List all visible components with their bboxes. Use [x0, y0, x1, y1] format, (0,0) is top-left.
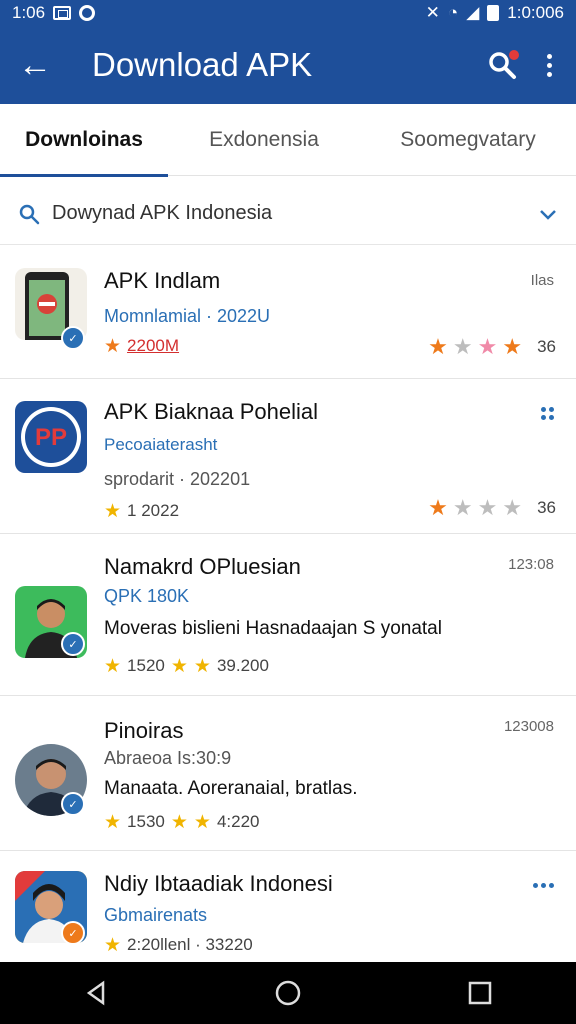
item-menu-icon[interactable]: [541, 407, 554, 420]
list-item[interactable]: ✓ APK Indlam Momnlamial · 2022U ★ 2200M …: [0, 246, 576, 379]
star-icon: ★: [428, 495, 448, 520]
star-icon: ★: [170, 655, 188, 677]
verified-badge-icon: ✓: [61, 632, 85, 656]
star-icon: ★: [477, 334, 498, 359]
status-time: 1:06: [12, 3, 46, 22]
verified-badge-icon: ✓: [61, 326, 85, 350]
recents-nav-icon[interactable]: [465, 978, 495, 1008]
star-icon: ★: [502, 495, 523, 520]
notification-icon: [53, 6, 72, 20]
app-meta: Ilas: [530, 272, 554, 289]
star-icon: ★: [104, 811, 122, 833]
rating-row: ★ 2200M: [104, 336, 179, 356]
star-icon: ★: [452, 334, 473, 359]
star-icon: ★: [477, 495, 498, 520]
app-line3: sprodarit · 202201: [104, 469, 251, 489]
rating-text: 1 2022: [127, 501, 180, 520]
star-icon: ★: [170, 811, 188, 833]
tab-indonesia[interactable]: Exdonensia: [168, 104, 360, 176]
app-subtitle: Pecoaiaterasht: [104, 435, 218, 454]
list-item[interactable]: ✓ Pinoiras Abraeoa Is:30:9 Manaata. Aore…: [0, 696, 576, 851]
wifi-icon: ◔: [447, 3, 459, 22]
rating-text: 2:20llenl · 33220: [127, 935, 253, 954]
rating-row: ★ 2:20llenl · 33220: [104, 935, 253, 955]
rating-row: ★ 1 2022: [104, 501, 179, 521]
app-description: Moveras bislieni Hasnadaajan S yonatal: [104, 618, 442, 639]
search-icon: [18, 203, 40, 225]
battery-icon: [487, 5, 500, 21]
rating-text-secondary: 4:220: [216, 812, 260, 831]
notification-dot: [509, 50, 519, 60]
app-meta: 123:08: [508, 556, 554, 573]
star-icon: ★: [104, 335, 122, 357]
verified-badge-icon: ✓: [61, 921, 85, 945]
app-subtitle: Momnlamial · 2022U: [104, 306, 271, 326]
search-text: Dowynad APK Indonesia: [52, 202, 273, 224]
home-nav-icon[interactable]: [273, 978, 303, 1008]
app-list: ✓ APK Indlam Momnlamial · 2022U ★ 2200M …: [0, 246, 576, 971]
status-right-text: 1:0:006: [507, 3, 564, 22]
app-subtitle: QPK 180K: [104, 586, 190, 606]
search-bar[interactable]: Dowynad APK Indonesia: [0, 183, 576, 245]
rating-row: ★ 1520 ★ ★ 39.200: [104, 656, 269, 676]
more-options-icon[interactable]: [547, 53, 552, 77]
app-title: Pinoiras: [104, 718, 184, 743]
app-description: Manaata. Aoreranaial, bratlas.: [104, 778, 358, 799]
list-item[interactable]: ✓ Ndiy Ibtaadiak Indonesi Gbmairenats ★ …: [0, 851, 576, 971]
item-menu-icon[interactable]: [533, 883, 554, 888]
svg-text:PP: PP: [35, 424, 67, 451]
sync-icon: [79, 5, 96, 21]
star-icon: ★: [428, 334, 448, 359]
vibrate-icon: ✕: [425, 3, 440, 22]
rating-row: ★ 1530 ★ ★ 4:220: [104, 812, 260, 832]
rating-text: 1520: [127, 656, 165, 675]
rating-text: 2200M: [127, 336, 180, 355]
app-bar: ← Download APK: [0, 26, 576, 104]
app-subtitle: Abraeoa Is:30:9: [104, 748, 232, 768]
star-icon: ★: [193, 655, 211, 677]
rating-text-secondary: 39.200: [216, 656, 269, 675]
tab-bar: Downloinas Exdonensia Soomegvatary: [0, 104, 576, 177]
app-title: Namakrd OPluesian: [104, 554, 301, 579]
star-icon: ★: [502, 334, 523, 359]
verified-badge-icon: ✓: [61, 792, 85, 816]
search-icon[interactable]: [487, 50, 519, 80]
rating-stars: ★ ★ ★ ★ 36: [428, 497, 556, 519]
list-item[interactable]: ✓ Namakrd OPluesian QPK 180K Moveras bis…: [0, 534, 576, 696]
page-title: Download APK: [92, 46, 313, 83]
back-nav-icon[interactable]: [81, 978, 111, 1008]
rating-text: 1530: [127, 812, 165, 831]
rating-score: 36: [537, 337, 556, 356]
app-meta: 123008: [503, 718, 554, 735]
rating-score: 36: [537, 498, 556, 517]
back-arrow-icon[interactable]: ←: [0, 46, 70, 85]
tab-category[interactable]: Soomegvatary: [360, 104, 576, 176]
signal-icon: ◢: [466, 3, 480, 22]
star-icon: ★: [193, 811, 211, 833]
list-item[interactable]: PP APK Biaknaa Pohelial Pecoaiaterasht s…: [0, 379, 576, 534]
app-title: APK Indlam: [104, 268, 221, 293]
star-icon: ★: [104, 500, 122, 522]
app-title: APK Biaknaa Pohelial: [104, 399, 319, 424]
status-bar: 1:06 ✕ ◔ ◢ 1:0:006: [0, 0, 576, 26]
star-icon: ★: [452, 495, 473, 520]
navigation-bar: [0, 962, 576, 1024]
chevron-down-icon[interactable]: [538, 204, 558, 224]
star-icon: ★: [104, 655, 122, 677]
star-icon: ★: [104, 934, 122, 956]
app-subtitle: Gbmairenats: [104, 905, 208, 925]
app-title: Ndiy Ibtaadiak Indonesi: [104, 871, 333, 896]
tab-downloads[interactable]: Downloinas: [0, 104, 168, 177]
rating-stars: ★ ★ ★ ★ 36: [428, 336, 556, 358]
app-icon-apk-logo: PP: [15, 401, 87, 473]
